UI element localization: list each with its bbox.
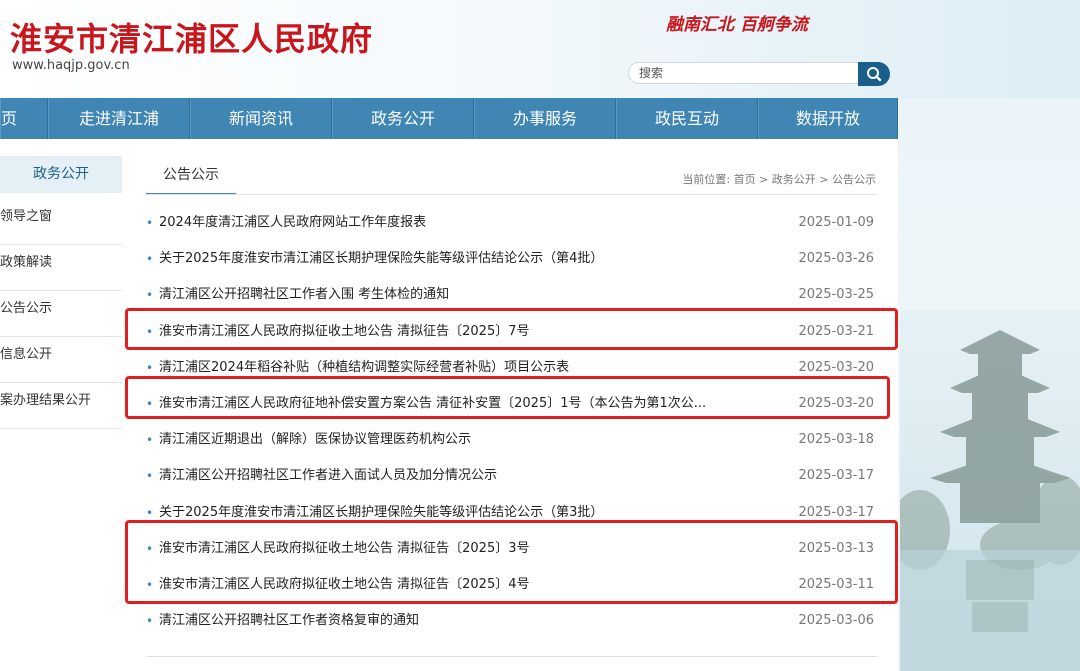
search-input[interactable]: [628, 62, 860, 84]
divider: [146, 656, 878, 657]
list-item-date: 2025-03-06: [798, 613, 874, 629]
sidebar-item-leaders[interactable]: 领导之窗: [0, 199, 122, 245]
list-item[interactable]: • 清江浦区公开招聘社区工作者资格复审的通知 2025-03-06: [146, 603, 876, 639]
breadcrumb-path[interactable]: 首页 > 政务公开 > 公告公示: [734, 173, 876, 186]
list-item-date: 2025-03-18: [798, 432, 874, 448]
pagoda-illustration: [900, 310, 1080, 671]
bullet-icon: •: [146, 252, 154, 267]
nav-services[interactable]: 办事服务: [474, 98, 616, 139]
sidebar-title[interactable]: 政务公开: [0, 156, 122, 193]
bullet-icon: •: [146, 614, 154, 629]
list-item-title[interactable]: 关于2025年度淮安市清江浦区长期护理保险失能等级评估结论公示（第4批）: [159, 241, 739, 277]
highlight-box: [125, 376, 890, 419]
nav-about[interactable]: 走进清江浦: [48, 98, 190, 139]
sidebar-item-notices[interactable]: 公告公示: [0, 291, 122, 337]
breadcrumb: 当前位置: 首页 > 政务公开 > 公告公示: [682, 171, 876, 187]
nav-home[interactable]: 页: [0, 98, 48, 139]
list-item-date: 2025-03-17: [798, 468, 874, 484]
site-header: 淮安市清江浦区人民政府 www.haqjp.gov.cn 融南汇北 百舸争流: [0, 0, 1080, 98]
nav-gov-affairs[interactable]: 政务公开: [332, 98, 474, 139]
highlight-box: [125, 520, 898, 604]
divider: [146, 194, 878, 195]
sidebar-item-results[interactable]: 案办理结果公开: [0, 383, 122, 429]
nav-news[interactable]: 新闻资讯: [190, 98, 332, 139]
main-nav: 页 走进清江浦 新闻资讯 政务公开 办事服务 政民互动 数据开放: [0, 98, 898, 139]
sidebar-item-info[interactable]: 信息公开: [0, 337, 122, 383]
list-item-title[interactable]: 清江浦区公开招聘社区工作者资格复审的通知: [159, 603, 739, 639]
sidebar-item-policy[interactable]: 政策解读: [0, 245, 122, 291]
list-item-title[interactable]: 清江浦区公开招聘社区工作者进入面试人员及加分情况公示: [159, 458, 739, 494]
list-item[interactable]: • 清江浦区近期退出（解除）医保协议管理医药机构公示 2025-03-18: [146, 422, 876, 458]
tab-notices[interactable]: 公告公示: [146, 164, 236, 195]
list-item-title[interactable]: 清江浦区近期退出（解除）医保协议管理医药机构公示: [159, 422, 739, 458]
list-item-date: 2025-03-26: [798, 251, 874, 267]
slogan: 融南汇北 百舸争流: [666, 15, 808, 35]
site-url: www.haqjp.gov.cn: [12, 58, 130, 73]
list-item-title[interactable]: 2024年度清江浦区人民政府网站工作年度报表: [159, 205, 739, 241]
bullet-icon: •: [146, 433, 154, 448]
search-button[interactable]: [858, 62, 890, 86]
breadcrumb-prefix: 当前位置:: [682, 173, 731, 186]
sidebar-list: 领导之窗 政策解读 公告公示 信息公开 案办理结果公开: [0, 199, 122, 429]
highlight-box: [125, 308, 898, 350]
nav-open-data[interactable]: 数据开放: [758, 98, 898, 139]
search-box: [628, 62, 890, 86]
list-item[interactable]: • 2024年度清江浦区人民政府网站工作年度报表 2025-01-09: [146, 205, 876, 241]
bullet-icon: •: [146, 469, 154, 484]
list-item[interactable]: • 清江浦区公开招聘社区工作者进入面试人员及加分情况公示 2025-03-17: [146, 458, 876, 494]
nav-interaction[interactable]: 政民互动: [616, 98, 758, 139]
list-item[interactable]: • 关于2025年度淮安市清江浦区长期护理保险失能等级评估结论公示（第4批） 202…: [146, 241, 876, 277]
list-item-date: 2025-01-09: [798, 215, 874, 230]
search-icon: [867, 67, 882, 82]
bullet-icon: •: [146, 216, 154, 230]
site-title[interactable]: 淮安市清江浦区人民政府: [10, 14, 373, 60]
